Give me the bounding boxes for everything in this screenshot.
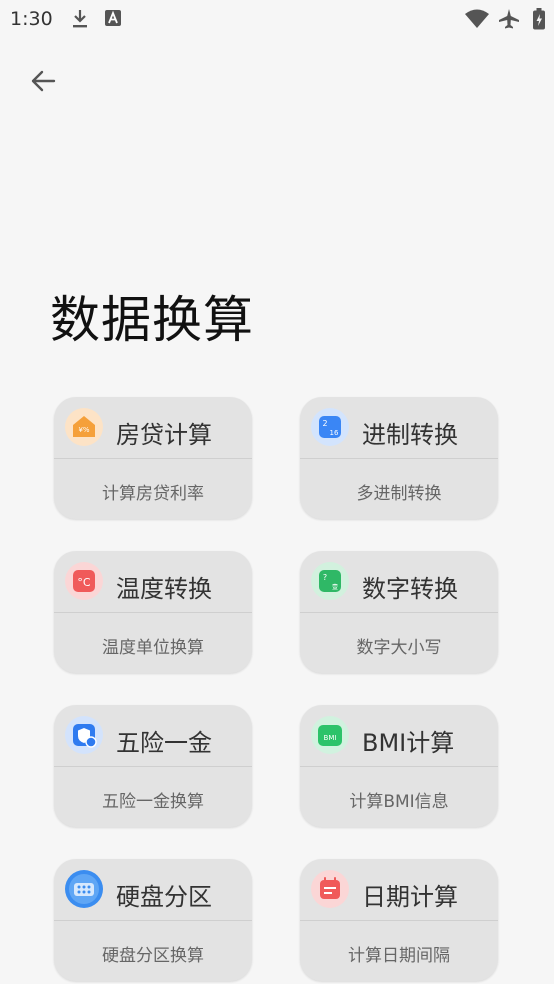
svg-text:¥%: ¥% xyxy=(78,426,89,434)
card-header: ¥% 房贷计算 xyxy=(54,397,252,458)
card-number-convert[interactable]: ? 壹 数字转换 数字大小写 xyxy=(300,551,498,673)
card-divider xyxy=(300,920,498,921)
card-subtitle: 硬盘分区换算 xyxy=(102,946,204,966)
card-divider xyxy=(54,458,252,459)
card-divider xyxy=(54,612,252,613)
card-divider xyxy=(54,766,252,767)
status-time: 1:30 xyxy=(10,8,53,30)
card-house-loan[interactable]: ¥% 房贷计算 计算房贷利率 xyxy=(54,397,252,519)
card-insurance[interactable]: 五险一金 五险一金换算 xyxy=(54,705,252,827)
card-bmi[interactable]: BMI BMI计算 计算BMI信息 xyxy=(300,705,498,827)
card-base-convert[interactable]: 2 16 进制转换 多进制转换 xyxy=(300,397,498,519)
page-title: 数据换算 xyxy=(50,291,254,349)
keyboard-icon xyxy=(105,10,121,26)
card-divider xyxy=(54,920,252,921)
svg-text:16: 16 xyxy=(330,429,339,437)
svg-text:2: 2 xyxy=(322,419,327,428)
card-divider xyxy=(300,766,498,767)
card-subtitle: 计算BMI信息 xyxy=(349,792,449,812)
card-subtitle: 计算房贷利率 xyxy=(102,484,204,504)
insurance-shield-icon xyxy=(65,716,103,754)
card-title: 房贷计算 xyxy=(116,421,212,449)
card-title: BMI计算 xyxy=(362,729,455,757)
card-date[interactable]: 日期计算 计算日期间隔 xyxy=(300,859,498,981)
card-header: °C 温度转换 xyxy=(54,551,252,612)
card-header: 硬盘分区 xyxy=(54,859,252,920)
card-subtitle: 计算日期间隔 xyxy=(348,946,450,966)
svg-text:°C: °C xyxy=(77,576,91,589)
card-header: 2 16 进制转换 xyxy=(300,397,498,458)
battery-icon xyxy=(533,8,545,30)
card-title: 进制转换 xyxy=(362,421,458,449)
card-title: 硬盘分区 xyxy=(116,883,212,911)
card-divider xyxy=(300,458,498,459)
disk-partition-icon xyxy=(65,870,103,908)
card-header: 日期计算 xyxy=(300,859,498,920)
card-header: 五险一金 xyxy=(54,705,252,766)
card-header: ? 壹 数字转换 xyxy=(300,551,498,612)
wifi-icon xyxy=(465,9,489,28)
card-subtitle: 五险一金换算 xyxy=(102,792,204,812)
card-subtitle: 数字大小写 xyxy=(356,638,442,658)
card-temperature[interactable]: °C 温度转换 温度单位换算 xyxy=(54,551,252,673)
temperature-icon: °C xyxy=(65,562,103,600)
card-title: 日期计算 xyxy=(362,883,458,911)
number-convert-icon: ? 壹 xyxy=(311,562,349,600)
bmi-scale-icon: BMI xyxy=(311,716,349,754)
svg-text:壹: 壹 xyxy=(332,583,338,591)
card-header: BMI BMI计算 xyxy=(300,705,498,766)
airplane-mode-icon xyxy=(499,9,519,29)
card-divider xyxy=(300,612,498,613)
base-convert-icon: 2 16 xyxy=(311,408,349,446)
calendar-icon xyxy=(311,870,349,908)
status-bar: 1:30 xyxy=(0,0,554,38)
house-loan-icon: ¥% xyxy=(65,408,103,446)
download-icon xyxy=(73,10,87,28)
card-title: 五险一金 xyxy=(116,729,212,757)
svg-text:?: ? xyxy=(323,573,327,582)
back-button[interactable] xyxy=(22,60,64,102)
arrow-left-icon xyxy=(31,70,56,92)
card-title: 温度转换 xyxy=(116,575,212,603)
card-disk-partition[interactable]: 硬盘分区 硬盘分区换算 xyxy=(54,859,252,981)
card-subtitle: 温度单位换算 xyxy=(102,638,204,658)
svg-text:BMI: BMI xyxy=(324,734,337,742)
card-title: 数字转换 xyxy=(362,575,458,603)
card-subtitle: 多进制转换 xyxy=(356,484,442,504)
